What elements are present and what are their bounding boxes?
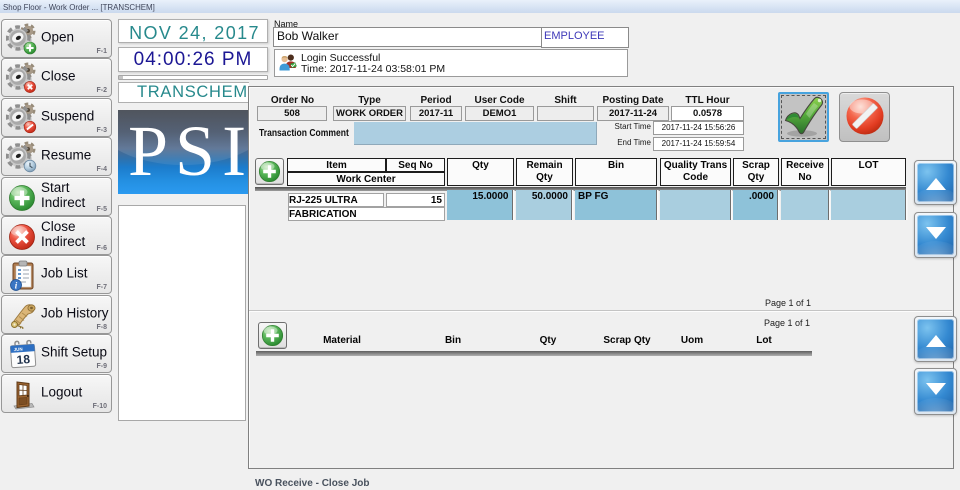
svg-text:18: 18 bbox=[16, 352, 31, 367]
svg-text:JUN: JUN bbox=[13, 347, 22, 353]
